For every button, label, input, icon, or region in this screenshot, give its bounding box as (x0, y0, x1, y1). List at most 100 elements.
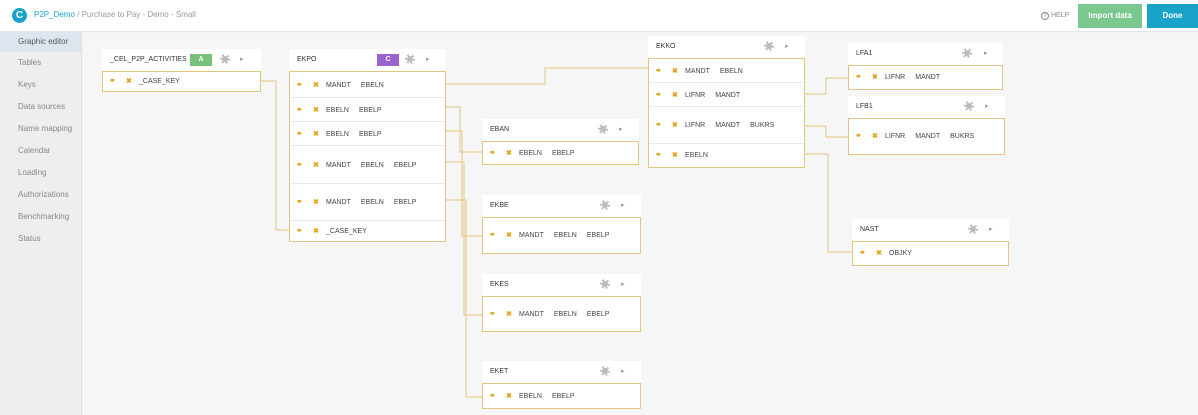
key-column: EBELN (360, 199, 384, 206)
table-ekbe[interactable]: EKBE ▸ ⚭ ✖ MANDT EBELN EBELP (482, 195, 641, 254)
key-column: EBELN (326, 107, 349, 114)
key-row[interactable]: ⚭ ✖ LIFNR MANDT BUKRS (849, 119, 1004, 154)
close-icon[interactable]: ✖ (872, 73, 878, 81)
close-icon[interactable]: ✖ (672, 151, 678, 159)
close-icon[interactable]: ✖ (313, 81, 319, 89)
chevron-right-icon[interactable]: ▸ (621, 367, 625, 375)
close-icon[interactable]: ✖ (506, 392, 512, 400)
key-row[interactable]: ⚭ ✖ EBELN EBELP (483, 384, 640, 408)
key-column: EBELN (519, 393, 542, 400)
table-lfa1[interactable]: LFA1 ▸ ⚭ ✖ LIFNR MANDT (848, 43, 1003, 90)
close-icon[interactable]: ✖ (506, 231, 512, 239)
key-row[interactable]: ⚭ ✖ _CASE_KEY (103, 72, 260, 91)
table-eban[interactable]: EBAN ▸ ⚭ ✖ EBELN EBELP (482, 119, 639, 165)
key-row[interactable]: ⚭ ✖ MANDT EBELN EBELP (483, 218, 640, 253)
sidebar-item-status[interactable]: Status (0, 228, 81, 250)
sidebar-item-data-sources[interactable]: Data sources (0, 96, 81, 118)
gear-icon[interactable] (220, 54, 230, 64)
close-icon[interactable]: ✖ (313, 198, 319, 206)
chevron-right-icon[interactable]: ▸ (984, 49, 988, 57)
key-row[interactable]: ⚭ ✖ _CASE_KEY (290, 221, 445, 241)
key-row[interactable]: ⚭ ✖ LIFNR MANDT BUKRS (649, 107, 804, 144)
key-row[interactable]: ⚭ ✖ MANDT EBELN EBELP (290, 184, 445, 221)
key-row[interactable]: ⚭ ✖ MANDT EBELN EBELP (483, 297, 640, 331)
gear-icon[interactable] (962, 48, 972, 58)
key-row[interactable]: ⚭ ✖ MANDT EBELN (290, 72, 445, 98)
chevron-right-icon[interactable]: ▸ (426, 55, 430, 63)
table-lfb1[interactable]: LFB1 ▸ ⚭ ✖ LIFNR MANDT BUKRS (848, 96, 1005, 155)
close-icon[interactable]: ✖ (313, 130, 319, 138)
key-row[interactable]: ⚭ ✖ EBELN EBELP (290, 122, 445, 146)
key-column: EBELN (553, 311, 577, 318)
close-icon[interactable]: ✖ (506, 310, 512, 318)
table-cel-p2p-activities[interactable]: _CEL_P2P_ACTIVITIES A ▸ ⚭ ✖ _CASE_KEY (102, 49, 261, 92)
key-row[interactable]: ⚭ ✖ MANDT EBELN (649, 59, 804, 83)
sidebar-item-graphic-editor[interactable]: Graphic editor (0, 32, 81, 52)
gear-icon[interactable] (405, 54, 415, 64)
gear-icon[interactable] (964, 101, 974, 111)
key-column: MANDT (326, 162, 351, 169)
table-ekpo[interactable]: EKPO C ▸ ⚭ ✖ MANDT EBELN ⚭ ✖ EBELN EBELP ⚭… (289, 49, 446, 242)
app-logo[interactable]: C (12, 8, 27, 23)
key-row[interactable]: ⚭ ✖ LIFNR MANDT (849, 66, 1002, 89)
chevron-right-icon[interactable]: ▸ (785, 42, 789, 50)
key-icon: ⚭ (489, 309, 496, 318)
key-column: EBELP (586, 232, 610, 239)
key-row[interactable]: ⚭ ✖ OBJKY (853, 242, 1008, 265)
sidebar-item-authorizations[interactable]: Authorizations (0, 184, 81, 206)
gear-icon[interactable] (600, 366, 610, 376)
gear-icon[interactable] (764, 41, 774, 51)
gear-icon[interactable] (968, 224, 978, 234)
key-row[interactable]: ⚭ ✖ EBELN EBELP (290, 98, 445, 122)
gear-icon[interactable] (600, 279, 610, 289)
sidebar-item-keys[interactable]: Keys (0, 74, 81, 96)
close-icon[interactable]: ✖ (313, 161, 319, 169)
gear-icon[interactable] (598, 124, 608, 134)
chevron-right-icon[interactable]: ▸ (619, 125, 623, 133)
table-nast[interactable]: NAST ▸ ⚭ ✖ OBJKY (852, 219, 1009, 266)
table-name: LFA1 (856, 50, 873, 57)
sidebar-item-benchmarking[interactable]: Benchmarking (0, 206, 81, 228)
import-data-button[interactable]: Import data (1078, 4, 1142, 28)
close-icon[interactable]: ✖ (126, 77, 132, 85)
close-icon[interactable]: ✖ (876, 249, 882, 257)
table-ekko[interactable]: EKKO ▸ ⚭ ✖ MANDT EBELN ⚭ ✖ LIFNR MANDT ⚭ ✖… (648, 36, 805, 168)
chevron-right-icon[interactable]: ▸ (989, 225, 993, 233)
close-icon[interactable]: ✖ (506, 149, 512, 157)
breadcrumb-link-project[interactable]: P2P_Demo (34, 10, 75, 19)
key-column: EBELN (360, 162, 384, 169)
chevron-right-icon[interactable]: ▸ (621, 280, 625, 288)
help-circle-icon: ? (1041, 12, 1049, 20)
close-icon[interactable]: ✖ (672, 67, 678, 75)
close-icon[interactable]: ✖ (313, 227, 319, 235)
help-link[interactable]: ? HELP (1041, 12, 1069, 20)
key-column: EBELP (393, 162, 417, 169)
chevron-right-icon[interactable]: ▸ (621, 201, 625, 209)
key-icon: ⚭ (296, 226, 303, 235)
close-icon[interactable]: ✖ (672, 121, 678, 129)
chevron-right-icon[interactable]: ▸ (240, 55, 244, 63)
help-label: HELP (1051, 12, 1070, 19)
chevron-right-icon[interactable]: ▸ (985, 102, 989, 110)
sidebar-item-calendar[interactable]: Calendar (0, 140, 81, 162)
close-icon[interactable]: ✖ (872, 132, 878, 140)
table-name: EKPO (297, 56, 317, 63)
table-name: EKES (490, 281, 509, 288)
key-column: BUKRS (750, 122, 775, 129)
key-row[interactable]: ⚭ ✖ EBELN EBELP (483, 142, 638, 164)
sidebar-item-loading[interactable]: Loading (0, 162, 81, 184)
close-icon[interactable]: ✖ (672, 91, 678, 99)
table-ekes[interactable]: EKES ▸ ⚭ ✖ MANDT EBELN EBELP (482, 274, 641, 332)
key-row[interactable]: ⚭ ✖ LIFNR MANDT (649, 83, 804, 107)
close-icon[interactable]: ✖ (313, 106, 319, 114)
sidebar-item-name-mapping[interactable]: Name mapping (0, 118, 81, 140)
key-column: MANDT (326, 82, 351, 89)
key-row[interactable]: ⚭ ✖ MANDT EBELN EBELP (290, 146, 445, 184)
table-name: EBAN (490, 126, 510, 133)
done-button[interactable]: Done (1147, 4, 1198, 28)
key-icon: ⚭ (109, 76, 116, 85)
sidebar-item-tables[interactable]: Tables (0, 52, 81, 74)
table-eket[interactable]: EKET ▸ ⚭ ✖ EBELN EBELP (482, 361, 641, 409)
gear-icon[interactable] (600, 200, 610, 210)
key-row[interactable]: ⚭ ✖ EBELN (649, 144, 804, 166)
